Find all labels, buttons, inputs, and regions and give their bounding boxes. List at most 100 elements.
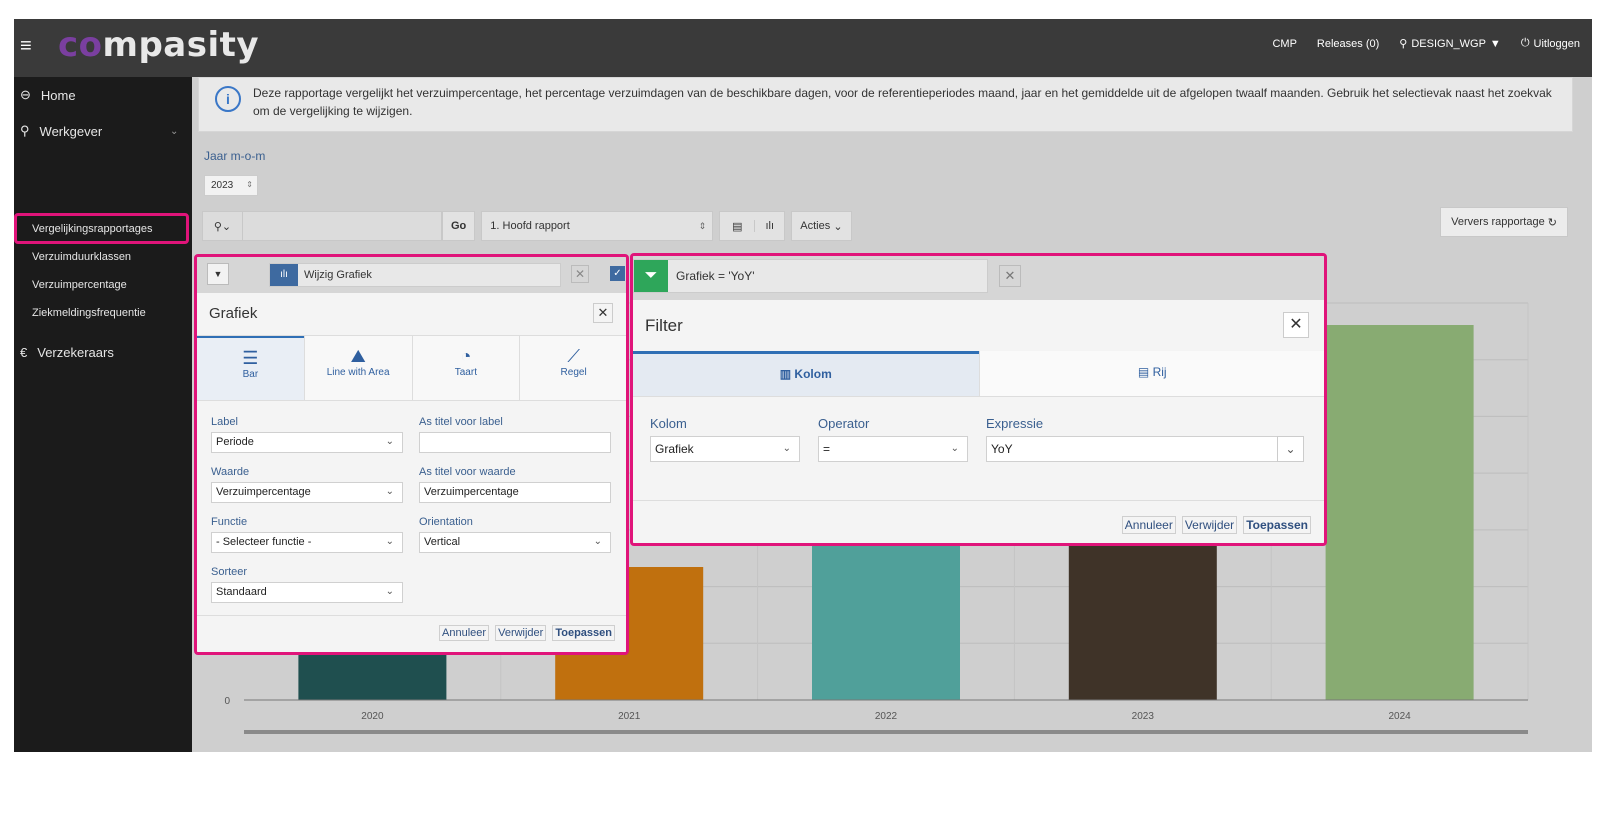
annuleer-button[interactable]: Annuleer <box>439 625 490 641</box>
label-select[interactable]: Periode ⌄ <box>211 432 403 453</box>
line-chart-icon: ⟋ <box>567 346 580 366</box>
x-tick-label: 2022 <box>875 711 898 722</box>
report-select[interactable]: 1. Hoofd rapport ⇕ <box>481 211 714 241</box>
home-icon: ⊖ <box>20 87 31 102</box>
orientation-select[interactable]: Vertical ⌄ <box>419 532 611 553</box>
table-view-icon[interactable]: ▤ <box>720 220 754 233</box>
orientation-label: Orientation <box>419 516 473 528</box>
filter-tabs: ▥ Kolom ▤ Rij <box>633 351 1324 397</box>
annuleer-button[interactable]: Annuleer <box>1121 516 1176 534</box>
toepassen-button[interactable]: Toepassen <box>552 625 615 641</box>
tab-kolom[interactable]: ▥ Kolom <box>633 351 979 396</box>
functie-label: Functie <box>211 516 248 528</box>
graph-panel-header: ▼ ılı Wijzig Grafiek ✕ ✓ <box>197 257 626 293</box>
remove-chip-button[interactable]: ✕ <box>571 265 589 283</box>
go-button[interactable]: Go <box>442 211 476 241</box>
bar-type-icon: ☰ <box>242 348 259 368</box>
as-label-label: As titel voor label <box>419 416 503 428</box>
as-waarde-label: As titel voor waarde <box>419 466 516 478</box>
graph-chip[interactable]: ılı Wijzig Grafiek <box>269 263 561 287</box>
user-icon: ⚲ <box>1399 38 1408 50</box>
sidebar-item-verzuimduurklassen[interactable]: Verzuimduurklassen <box>32 251 131 263</box>
sidebar-item-werkgever[interactable]: ⚲ Werkgever ⌄ <box>20 123 180 139</box>
tab-regel[interactable]: ⟋ Regel <box>519 336 626 400</box>
euro-icon: € <box>20 345 28 360</box>
rows-icon: ▤ <box>1137 365 1150 379</box>
remove-filter-button[interactable]: ✕ <box>999 265 1021 287</box>
sidebar-item-vergelijkingsrapportages[interactable]: Vergelijkingsrapportages <box>32 223 152 235</box>
waarde-select[interactable]: Verzuimpercentage ⌄ <box>211 482 403 503</box>
operator-select[interactable]: = ⌄ <box>818 436 968 462</box>
expressie-dropdown-button[interactable]: ⌄ <box>1277 436 1304 462</box>
logo[interactable]: compasity <box>58 25 259 65</box>
sorteer-select[interactable]: Standaard ⌄ <box>211 582 403 603</box>
chart-view-icon[interactable]: ılı <box>754 220 784 232</box>
power-icon: ⏻ <box>1520 37 1530 49</box>
horizontal-scrollbar[interactable] <box>244 730 1528 734</box>
sidebar-item-home[interactable]: ⊖ Home <box>20 87 76 103</box>
refresh-button[interactable]: Ververs rapportage ↻ <box>1440 207 1568 237</box>
as-label-input[interactable] <box>419 432 611 453</box>
sidebar-item-verzekeraars[interactable]: € Verzekeraars <box>20 345 114 360</box>
sidebar: ⊖ Home ⚲ Werkgever ⌄ Vergelijkingsrapporta… <box>14 77 192 752</box>
as-waarde-input[interactable]: Verzuimpercentage <box>419 482 611 503</box>
filter-dialog: Filter ✕ ▥ Kolom ▤ Rij Kolom Grafiek ⌄ Op… <box>633 300 1324 543</box>
sidebar-item-verzuimpercentage[interactable]: Verzuimpercentage <box>32 279 127 291</box>
expressie-label: Expressie <box>986 416 1044 431</box>
collapse-toggle[interactable]: ▼ <box>207 263 229 285</box>
bar-chart-icon: ılı <box>270 264 298 286</box>
filter-dialog-actions: Annuleer Verwijder Toepassen <box>1121 516 1311 534</box>
operator-label: Operator <box>818 416 870 431</box>
graph-dialog: Grafiek ✕ ☰ Bar ⛰ Line with Area ◔ Taart ⟋ R… <box>197 293 626 652</box>
search-bar[interactable]: ⚲⌄ <box>202 211 442 241</box>
x-tick-label: 2021 <box>618 711 641 722</box>
spin-icon: ⇕ <box>246 180 253 189</box>
info-text: Deze rapportage vergelijkt het verzuimpe… <box>253 86 1552 118</box>
verwijder-button[interactable]: Verwijder <box>1181 516 1238 534</box>
jaar-select[interactable]: 2023 ⇕ <box>204 175 258 196</box>
x-tick-label: 2024 <box>1388 711 1411 722</box>
filter-chip[interactable]: ⏷ Grafiek = 'YoY' <box>633 259 988 293</box>
filter-panel: ⏷ Grafiek = 'YoY' ✕ Filter ✕ ▥ Kolom ▤ R… <box>630 253 1327 546</box>
tab-taart[interactable]: ◔ Taart <box>411 336 520 400</box>
info-banner: i Deze rapportage vergelijkt het verzuim… <box>198 77 1573 132</box>
kolom-label: Kolom <box>650 416 687 431</box>
close-icon[interactable]: ✕ <box>593 303 613 323</box>
divider <box>633 500 1324 501</box>
acties-button[interactable]: Acties ⌄ <box>791 211 852 241</box>
graph-dialog-title: Grafiek <box>209 305 258 322</box>
toepassen-button[interactable]: Toepassen <box>1243 516 1311 534</box>
pie-chart-icon: ◔ <box>460 346 472 366</box>
tab-rij[interactable]: ▤ Rij <box>978 351 1324 396</box>
filter-panel-header: ⏷ Grafiek = 'YoY' ✕ <box>633 256 1324 300</box>
y-tick-label: 0 <box>224 696 230 707</box>
tab-bar[interactable]: ☰ Bar <box>197 336 304 400</box>
columns-icon: ▥ <box>779 367 792 381</box>
kolom-select[interactable]: Grafiek ⌄ <box>650 436 800 462</box>
app-window: ≡ compasity CMP Releases (0) ⚲ DESIGN_WGP… <box>14 19 1592 752</box>
bar-2024[interactable] <box>1325 325 1474 700</box>
expressie-input[interactable]: YoY <box>986 436 1278 462</box>
chevron-down-icon: ⌄ <box>593 536 602 547</box>
nav-releases[interactable]: Releases (0) <box>1317 37 1379 50</box>
tab-line-with-area[interactable]: ⛰ Line with Area <box>303 336 412 400</box>
nav-cmp[interactable]: CMP <box>1272 37 1296 50</box>
search-icon[interactable]: ⚲⌄ <box>203 211 243 241</box>
person-icon: ⚲ <box>20 123 30 138</box>
enable-checkbox[interactable]: ✓ <box>610 266 625 281</box>
functie-select[interactable]: - Selecteer functie - ⌄ <box>211 532 403 553</box>
nav-logout[interactable]: ⏻ Uitloggen <box>1521 37 1580 50</box>
divider <box>197 615 626 616</box>
info-icon: i <box>215 86 241 112</box>
menu-icon[interactable]: ≡ <box>20 35 32 58</box>
sidebar-item-ziekmeldingsfrequentie[interactable]: Ziekmeldingsfrequentie <box>32 307 146 319</box>
x-tick-label: 2020 <box>361 711 384 722</box>
verwijder-button[interactable]: Verwijder <box>495 625 547 641</box>
chevron-down-icon: ⌄ <box>950 443 959 454</box>
filter-dialog-title: Filter <box>645 316 683 335</box>
close-icon[interactable]: ✕ <box>1283 312 1309 338</box>
graph-dialog-actions: Annuleer Verwijder Toepassen <box>439 625 615 641</box>
filter-icon: ⏷ <box>634 260 668 292</box>
nav-user[interactable]: ⚲ DESIGN_WGP ▼ <box>1399 37 1501 51</box>
area-chart-icon: ⛰ <box>350 346 366 366</box>
